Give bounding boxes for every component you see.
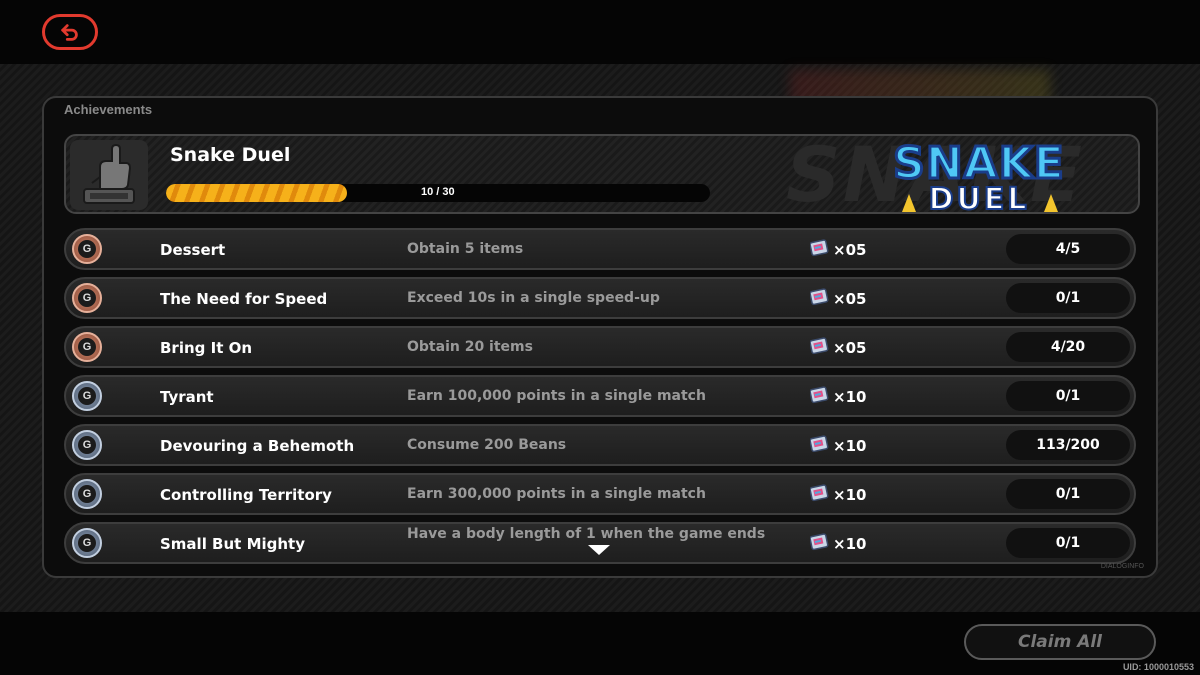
silver-medal-icon: G bbox=[72, 528, 102, 558]
achievement-progress: 4/5 bbox=[1006, 234, 1130, 264]
reward-count: ×10 bbox=[833, 437, 867, 455]
achievement-reward: ×05 bbox=[810, 239, 866, 261]
achievement-reward: ×05 bbox=[810, 288, 866, 310]
achievement-name: Bring It On bbox=[160, 339, 253, 357]
ticket-icon bbox=[810, 239, 830, 261]
achievement-progress: 0/1 bbox=[1006, 381, 1130, 411]
achievement-description: Exceed 10s in a single speed-up bbox=[407, 290, 660, 306]
achievement-row[interactable]: G Small But Mighty Have a body length of 1… bbox=[64, 522, 1136, 564]
achievement-reward: ×05 bbox=[810, 337, 866, 359]
game-logo: SNAKE DUEL bbox=[866, 137, 1092, 214]
claim-all-button[interactable]: Claim All bbox=[964, 624, 1156, 660]
reward-count: ×05 bbox=[833, 339, 867, 357]
achievement-reward: ×10 bbox=[810, 435, 866, 457]
achievement-description: Obtain 5 items bbox=[407, 241, 524, 257]
medal-letter: G bbox=[78, 289, 96, 307]
achievement-row[interactable]: G The Need for Speed Exceed 10s in a singl… bbox=[64, 277, 1136, 319]
achievement-name: Controlling Territory bbox=[160, 486, 332, 504]
achievement-progress: 4/20 bbox=[1006, 332, 1130, 362]
reward-count: ×05 bbox=[833, 241, 867, 259]
achievement-row[interactable]: G Devouring a Behemoth Consume 200 Beans ×1… bbox=[64, 424, 1136, 466]
bronze-medal-icon: G bbox=[72, 234, 102, 264]
achievements-panel: Achievements Snake Duel 10 / 30 SNAKE SN… bbox=[42, 96, 1158, 578]
overall-progress-text: 10 / 30 bbox=[421, 186, 455, 198]
ticket-icon bbox=[810, 337, 830, 359]
ticket-icon bbox=[810, 288, 830, 310]
achievement-name: The Need for Speed bbox=[160, 290, 328, 308]
back-button[interactable] bbox=[42, 14, 98, 50]
game-name: Snake Duel bbox=[170, 144, 291, 166]
reward-count: ×10 bbox=[833, 388, 867, 406]
achievement-progress: 0/1 bbox=[1006, 528, 1130, 558]
medal-letter: G bbox=[78, 387, 96, 405]
achievement-description: Earn 300,000 points in a single match bbox=[407, 486, 706, 502]
achievement-progress: 0/1 bbox=[1006, 283, 1130, 313]
achievement-name: Tyrant bbox=[160, 388, 214, 406]
silver-medal-icon: G bbox=[72, 430, 102, 460]
achievement-progress: 0/1 bbox=[1006, 479, 1130, 509]
silver-medal-icon: G bbox=[72, 381, 102, 411]
panel-footer-text: DIALOGINFO bbox=[1100, 563, 1144, 570]
achievement-reward: ×10 bbox=[810, 386, 866, 408]
bronze-medal-icon: G bbox=[72, 332, 102, 362]
thumbs-up-trophy-icon bbox=[70, 140, 148, 210]
panel-title: Achievements bbox=[64, 102, 153, 117]
achievement-reward: ×10 bbox=[810, 533, 866, 555]
achievement-description: Earn 100,000 points in a single match bbox=[407, 388, 706, 404]
achievement-row[interactable]: G Bring It On Obtain 20 items ×05 4/20 bbox=[64, 326, 1136, 368]
achievement-progress: 113/200 bbox=[1006, 430, 1130, 460]
reward-count: ×10 bbox=[833, 486, 867, 504]
ticket-icon bbox=[810, 484, 830, 506]
achievement-reward: ×10 bbox=[810, 484, 866, 506]
medal-letter: G bbox=[78, 485, 96, 503]
top-bar bbox=[0, 0, 1200, 64]
medal-letter: G bbox=[78, 338, 96, 356]
uid-text: UID: 1000010553 bbox=[1122, 662, 1194, 672]
achievement-row[interactable]: G Tyrant Earn 100,000 points in a single m… bbox=[64, 375, 1136, 417]
achievement-name: Dessert bbox=[160, 241, 226, 259]
achievement-description: Obtain 20 items bbox=[407, 339, 533, 355]
game-header: Snake Duel 10 / 30 SNAKE SNAKE DUEL bbox=[64, 134, 1140, 214]
achievement-name: Small But Mighty bbox=[160, 535, 305, 553]
ticket-icon bbox=[810, 435, 830, 457]
overall-progress-fill bbox=[166, 184, 348, 202]
silver-medal-icon: G bbox=[72, 479, 102, 509]
reward-count: ×05 bbox=[833, 290, 867, 308]
achievement-row[interactable]: G Dessert Obtain 5 items ×05 4/5 bbox=[64, 228, 1136, 270]
reward-count: ×10 bbox=[833, 535, 867, 553]
medal-letter: G bbox=[78, 436, 96, 454]
achievement-row[interactable]: G Controlling Territory Earn 300,000 point… bbox=[64, 473, 1136, 515]
medal-letter: G bbox=[78, 240, 96, 258]
bronze-medal-icon: G bbox=[72, 283, 102, 313]
logo-line2: DUEL bbox=[928, 181, 1030, 214]
back-arrow-icon bbox=[61, 24, 78, 41]
achievement-name: Devouring a Behemoth bbox=[160, 437, 355, 455]
medal-letter: G bbox=[78, 534, 96, 552]
achievement-description: Consume 200 Beans bbox=[407, 437, 567, 453]
ticket-icon bbox=[810, 533, 830, 555]
ticket-icon bbox=[810, 386, 830, 408]
